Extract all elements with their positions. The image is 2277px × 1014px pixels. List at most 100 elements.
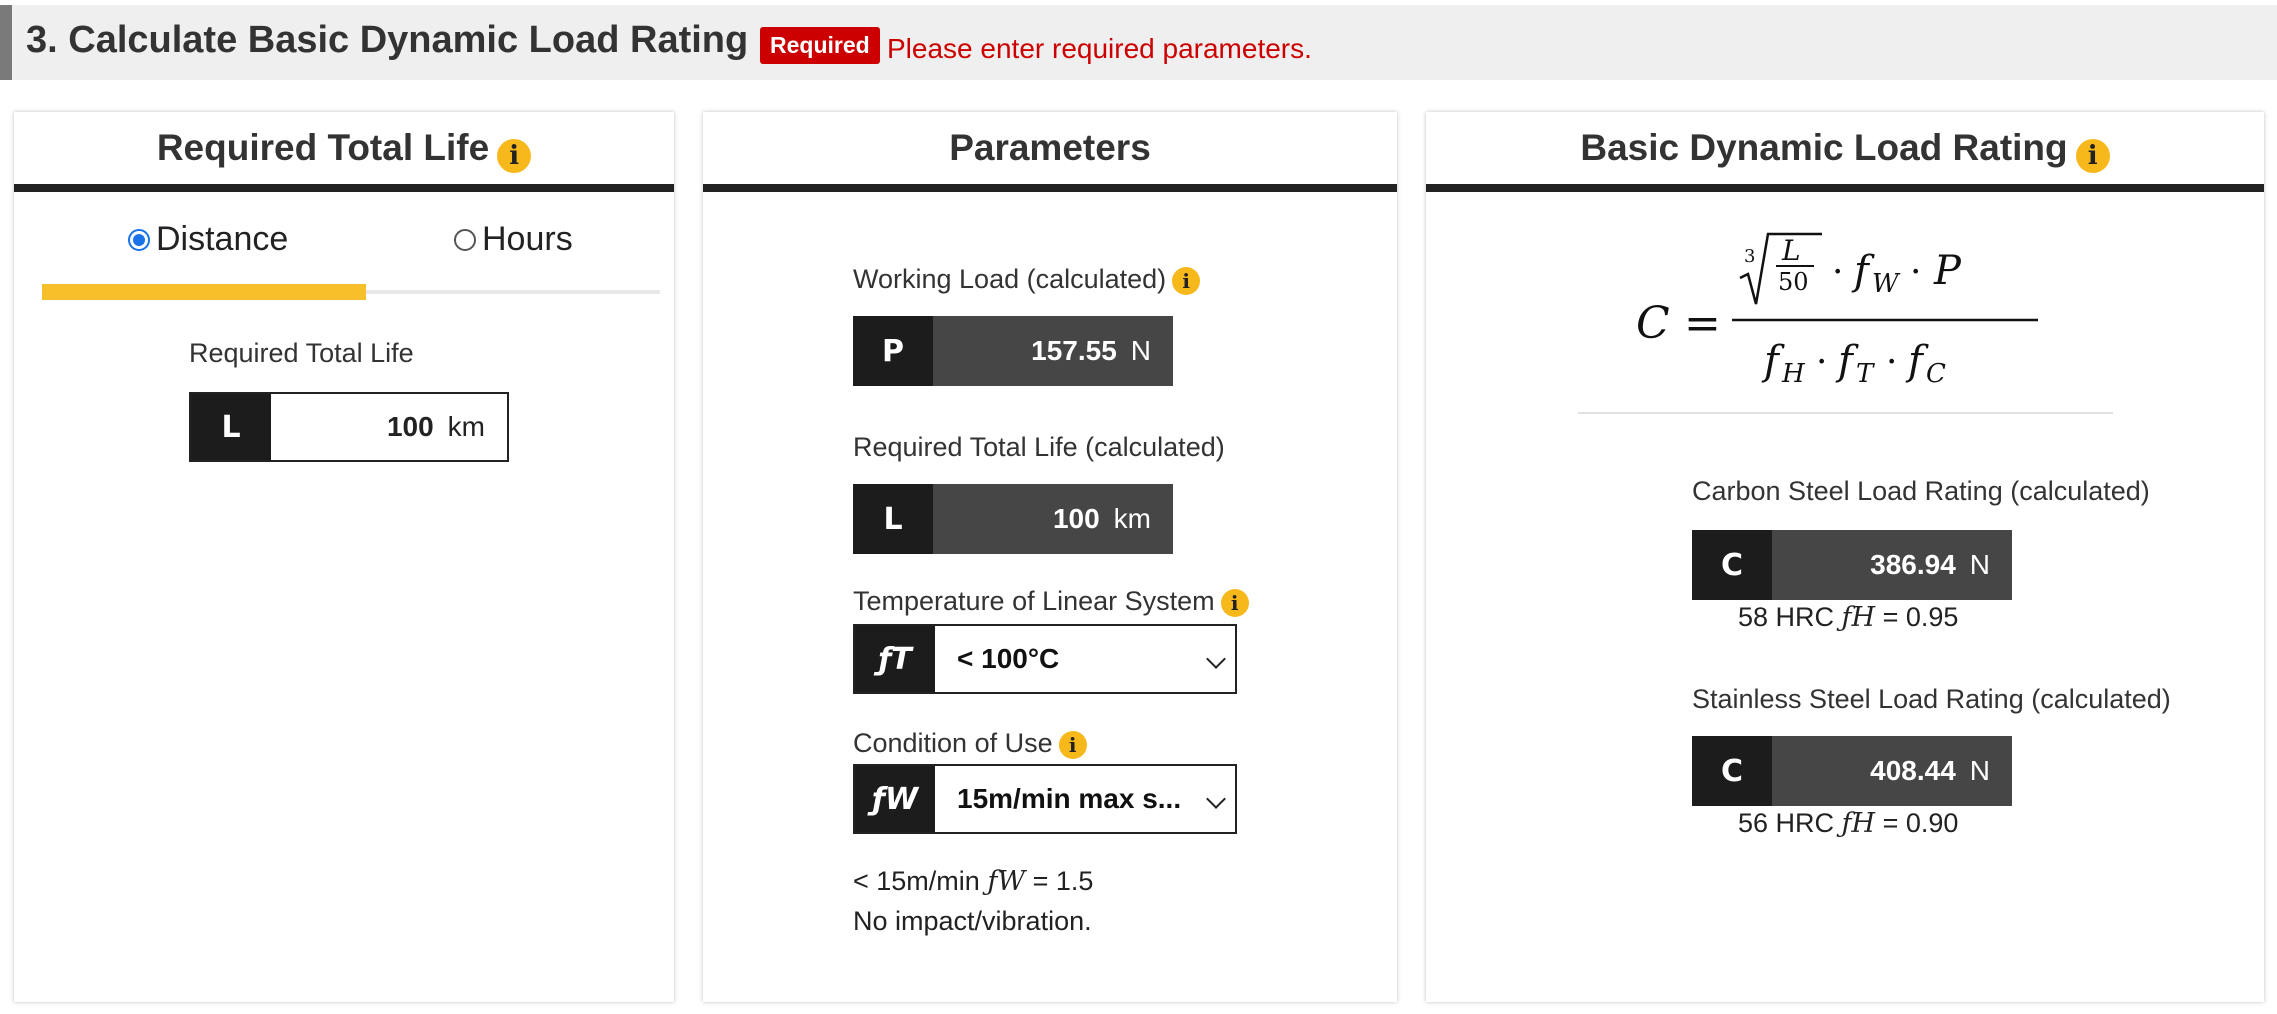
info-icon[interactable]: i <box>1220 588 1249 617</box>
section-header: 3. Calculate Basic Dynamic Load Rating R… <box>0 5 2277 80</box>
life-mode-radio-group: Distance Hours <box>42 220 660 280</box>
temperature-select[interactable]: ƒT < 100°C <box>853 624 1237 694</box>
condition-note-line1: < 15m/min ƒW = 1.5 <box>853 866 1093 897</box>
info-icon[interactable]: i <box>1172 266 1201 295</box>
info-icon[interactable]: i <box>1058 730 1087 759</box>
required-life-input[interactable]: L 100 km <box>189 392 509 462</box>
panel-title: Required Total Life <box>156 127 490 168</box>
distance-radio[interactable]: Distance <box>128 220 288 259</box>
hours-radio-label: Hours <box>482 220 573 258</box>
svg-text:C: C <box>1636 298 1670 349</box>
field-value[interactable]: 100 <box>387 411 434 443</box>
chevron-down-icon[interactable] <box>1206 789 1226 809</box>
total-life-output: L 100 km <box>853 484 1173 554</box>
svg-text:C: C <box>1926 359 1946 389</box>
stainless-fh-value: = 0.90 <box>1882 808 1959 838</box>
field-value-box: 386.94 N <box>1772 530 2012 600</box>
field-symbol: L <box>191 394 271 460</box>
svg-text:·: · <box>1886 342 1897 383</box>
hours-radio[interactable]: Hours <box>454 220 573 259</box>
panel-title: Basic Dynamic Load Rating <box>1580 127 2068 168</box>
stainless-fh-symbol: ƒH <box>1841 808 1876 839</box>
stainless-hardness: 56 HRC <box>1738 808 1835 838</box>
field-value: 386.94 <box>1870 549 1956 580</box>
field-unit: N <box>1130 335 1151 366</box>
field-value-box: 408.44 N <box>1772 736 2012 806</box>
svg-text:H: H <box>1781 359 1806 389</box>
carbon-hardness-note: 58 HRC ƒH = 0.95 <box>1738 602 1958 633</box>
field-value: 408.44 <box>1870 755 1956 786</box>
stainless-hardness-note: 56 HRC ƒH = 0.90 <box>1738 808 1958 839</box>
field-symbol: ƒT <box>855 626 935 692</box>
svg-text:50: 50 <box>1778 268 1809 296</box>
field-unit: km <box>1113 503 1151 534</box>
required-message: Please enter required parameters. <box>887 33 1312 64</box>
svg-text:T: T <box>1856 359 1875 389</box>
svg-text:=: = <box>1684 298 1721 349</box>
field-symbol: L <box>853 484 933 554</box>
field-symbol: ƒW <box>855 766 935 832</box>
svg-text:P: P <box>1933 248 1962 294</box>
field-value: 157.55 <box>1031 335 1117 366</box>
field-unit: N <box>1969 755 1990 786</box>
select-value[interactable]: 15m/min max s... <box>957 783 1181 815</box>
condition-label-text: Condition of Use <box>853 728 1053 758</box>
field-value-box: 157.55 N <box>933 316 1173 386</box>
panel-header: Parameters <box>703 112 1397 192</box>
carbon-hardness: 58 HRC <box>1738 602 1835 632</box>
info-icon[interactable]: i <box>2075 138 2110 173</box>
condition-label: Condition of Use i <box>853 728 1087 759</box>
chevron-down-icon[interactable] <box>1206 649 1226 669</box>
load-rating-panel: Basic Dynamic Load Rating i C = 3 L 50 · … <box>1426 112 2264 1002</box>
required-total-life-panel: Required Total Life i Distance Hours Requ… <box>14 112 674 1002</box>
field-value: 100 <box>1052 503 1100 534</box>
working-load-output: P 157.55 N <box>853 316 1173 386</box>
select-value[interactable]: < 100°C <box>957 643 1059 675</box>
svg-text:·: · <box>1832 252 1843 293</box>
formula-divider <box>1578 412 2113 414</box>
note-factor-symbol: ƒW <box>987 866 1026 897</box>
carbon-rating-label: Carbon Steel Load Rating (calculated) <box>1692 476 2150 506</box>
panel-title: Parameters <box>949 127 1151 168</box>
carbon-fh-value: = 0.95 <box>1882 602 1959 632</box>
stainless-rating-label: Stainless Steel Load Rating (calculated) <box>1692 684 2171 714</box>
info-icon[interactable]: i <box>497 138 532 173</box>
carbon-rating-output: C 386.94 N <box>1692 530 2012 600</box>
mode-tab-track <box>42 284 660 300</box>
note-factor: = 1.5 <box>1032 866 1094 896</box>
load-rating-formula: C = 3 L 50 · f W · P f H · f T · f C <box>1636 232 2038 389</box>
condition-note-line2: No impact/vibration. <box>853 906 1092 936</box>
parameters-panel: Parameters Working Load (calculated) i P … <box>703 112 1397 1002</box>
working-load-label: Working Load (calculated) i <box>853 264 1201 295</box>
svg-text:L: L <box>1781 234 1801 267</box>
radio-selected-icon[interactable] <box>128 228 150 251</box>
field-unit: km <box>447 411 485 442</box>
total-life-label: Required Total Life (calculated) <box>853 432 1225 462</box>
svg-text:W: W <box>1872 269 1901 299</box>
field-symbol: C <box>1692 736 1772 806</box>
carbon-fh-symbol: ƒH <box>1841 602 1876 633</box>
field-symbol: C <box>1692 530 1772 600</box>
note-speed: < 15m/min <box>853 866 980 896</box>
condition-select[interactable]: ƒW 15m/min max s... <box>853 764 1237 834</box>
panel-header: Required Total Life i <box>14 112 674 192</box>
field-value-box: 100 km <box>933 484 1173 554</box>
working-load-label-text: Working Load (calculated) <box>853 264 1167 294</box>
required-badge: Required <box>760 27 880 64</box>
select-value-box[interactable]: < 100°C <box>935 626 1235 692</box>
field-unit: N <box>1969 549 1990 580</box>
stainless-rating-output: C 408.44 N <box>1692 736 2012 806</box>
radio-unselected-icon[interactable] <box>454 228 476 251</box>
section-title: 3. Calculate Basic Dynamic Load Rating <box>26 19 749 61</box>
distance-radio-label: Distance <box>156 220 289 258</box>
select-value-box[interactable]: 15m/min max s... <box>935 766 1235 832</box>
field-symbol: P <box>853 316 933 386</box>
temperature-label-text: Temperature of Linear System <box>853 586 1215 616</box>
field-label: Required Total Life <box>189 338 414 368</box>
svg-text:3: 3 <box>1744 246 1755 267</box>
svg-text:·: · <box>1910 252 1921 293</box>
panel-header: Basic Dynamic Load Rating i <box>1426 112 2264 192</box>
temperature-label: Temperature of Linear System i <box>853 586 1249 617</box>
field-value-box[interactable]: 100 km <box>271 394 507 460</box>
mode-tab-indicator <box>42 284 366 300</box>
